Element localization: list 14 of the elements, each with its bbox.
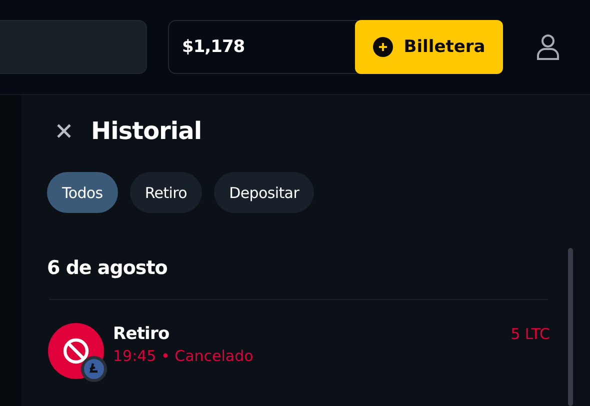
user-icon[interactable] — [536, 34, 560, 60]
panel-title: Historial — [91, 117, 202, 145]
filter-tab[interactable]: Depositar — [214, 172, 314, 213]
transaction-title: Retiro — [113, 324, 170, 344]
scrollbar[interactable] — [568, 248, 573, 406]
filter-tab[interactable]: Todos — [47, 172, 118, 213]
transaction-amount: 5 LTC — [510, 325, 550, 343]
close-icon[interactable] — [56, 123, 72, 139]
transaction-status: 19:45 • Cancelado — [113, 347, 254, 365]
plus-icon — [372, 37, 393, 57]
wallet-button[interactable]: Billetera — [355, 20, 503, 74]
coin-icon — [81, 356, 107, 382]
date-heading: 6 de agosto — [47, 257, 168, 281]
filter-tab[interactable]: Retiro — [130, 172, 202, 213]
